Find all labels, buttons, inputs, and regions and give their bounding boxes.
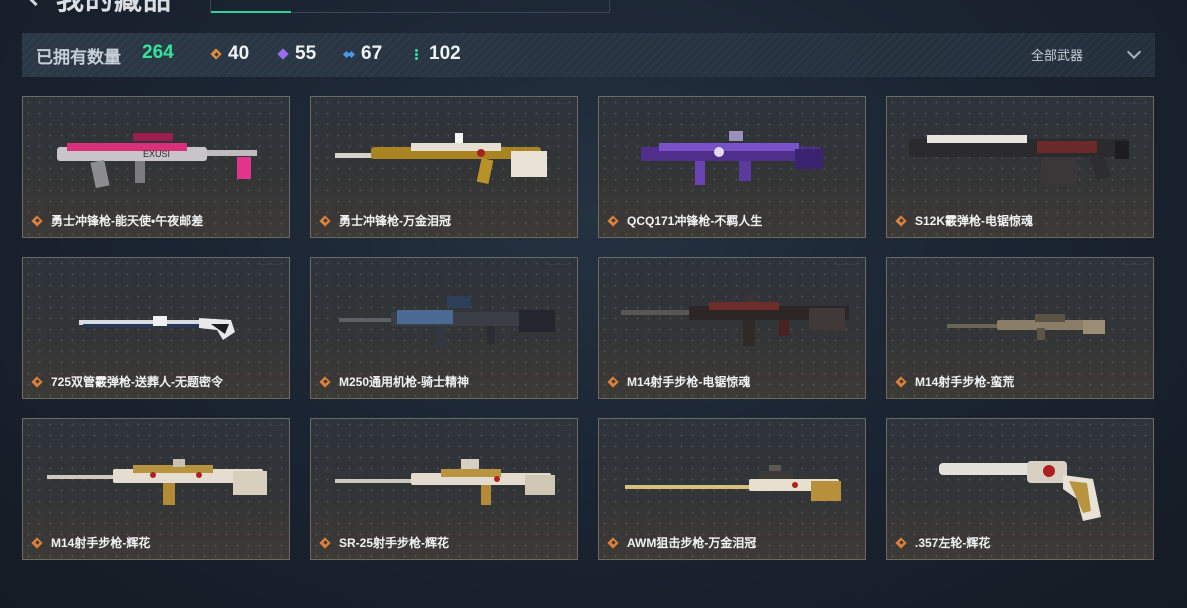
weapon-filter-dropdown[interactable]: 全部武器 [1030, 44, 1142, 64]
svg-text:EXUSI: EXUSI [143, 149, 170, 159]
collection-item-card[interactable]: 勇士冲锋枪-万金泪冠 [310, 96, 578, 238]
weapon-name: 725双管霰弹枪-送葬人-无题密令 [51, 375, 224, 389]
tier-stat-purple: 55 [277, 42, 316, 66]
weapon-name: M14射手步枪-电锯惊魂 [627, 375, 751, 389]
weapon-name: M250通用机枪-骑士精神 [339, 375, 470, 389]
collection-item-card[interactable]: EXUSI 勇士冲锋枪-能天使•午夜邮差 [22, 96, 290, 238]
weapon-name: M14射手步枪-蛮荒 [915, 375, 1015, 389]
weapon-image [79, 316, 235, 340]
chevron-down-icon [1126, 44, 1142, 60]
tier-count: 40 [228, 43, 250, 64]
rarity-diamond-icon [319, 215, 331, 227]
purple-diamond-icon [277, 48, 289, 60]
weapon-image [947, 314, 1105, 340]
weapon-image [335, 459, 555, 505]
rarity-diamond-icon [319, 537, 331, 549]
collection-item-card[interactable]: QCQ171冲锋枪-不羁人生 [598, 96, 866, 238]
tier-stat-orange: 40 [210, 42, 249, 66]
weapon-name: SR-25射手步枪-辉花 [339, 536, 450, 550]
rarity-diamond-icon [31, 376, 43, 388]
weapon-image [335, 133, 547, 184]
collection-item-card[interactable]: .357左轮-辉花 [886, 418, 1154, 560]
weapon-name: .357左轮-辉花 [915, 536, 991, 550]
rarity-diamond-icon [31, 215, 43, 227]
collection-item-card[interactable]: M14射手步枪-电锯惊魂 [598, 257, 866, 399]
rarity-diamond-icon [607, 376, 619, 388]
collection-item-card[interactable]: AWM狙击步枪-万金泪冠 [598, 418, 866, 560]
rarity-diamond-icon [895, 376, 907, 388]
active-tab-indicator[interactable] [211, 11, 291, 13]
owned-count-total: 264 [142, 42, 174, 63]
weapon-image [625, 465, 841, 501]
owned-count-label: 已拥有数量 [36, 48, 121, 67]
weapon-image [641, 131, 823, 185]
weapon-image [939, 461, 1101, 521]
blue-diamond-icon [343, 48, 355, 60]
page-title: 我的藏品 [56, 0, 172, 16]
back-arrow-icon[interactable] [24, 0, 47, 7]
rarity-diamond-icon [319, 376, 331, 388]
green-dots-icon [411, 48, 423, 60]
tier-count: 102 [429, 43, 461, 64]
rarity-diamond-icon [607, 537, 619, 549]
weapon-name: 勇士冲锋枪-万金泪冠 [339, 214, 451, 228]
weapon-image [621, 294, 849, 346]
orange-diamond-icon [210, 48, 222, 60]
collection-stats-bar: 已拥有数量 264 40 55 67 102 全部武器 [22, 33, 1155, 77]
tier-stat-blue: 67 [343, 42, 382, 66]
weapon-name: QCQ171冲锋枪-不羁人生 [627, 214, 763, 228]
tier-count: 55 [295, 43, 317, 64]
tier-count: 67 [361, 43, 383, 64]
weapon-image [909, 135, 1129, 185]
collection-item-card[interactable]: S12K霰弹枪-电锯惊魂 [886, 96, 1154, 238]
weapon-name: M14射手步枪-辉花 [51, 536, 151, 550]
weapon-name: AWM狙击步枪-万金泪冠 [627, 536, 757, 550]
weapon-name: S12K霰弹枪-电锯惊魂 [915, 214, 1034, 228]
tier-stat-green: 102 [411, 42, 461, 66]
rarity-diamond-icon [895, 215, 907, 227]
collection-item-card[interactable]: SR-25射手步枪-辉花 [310, 418, 578, 560]
collection-item-card[interactable]: 725双管霰弹枪-送葬人-无题密令 [22, 257, 290, 399]
weapon-image [47, 459, 267, 505]
collection-item-card[interactable]: M250通用机枪-骑士精神 [310, 257, 578, 399]
collection-grid: EXUSI 勇士冲锋枪-能天使•午夜邮差 勇士冲锋枪-万金泪冠 QCQ171冲锋… [22, 96, 1156, 560]
weapon-filter-label: 全部武器 [1030, 48, 1083, 63]
collection-item-card[interactable]: M14射手步枪-蛮荒 [886, 257, 1154, 399]
collection-item-card[interactable]: M14射手步枪-辉花 [22, 418, 290, 560]
tab-bar [210, 0, 610, 13]
top-header: 我的藏品 [0, 0, 1187, 20]
rarity-diamond-icon [895, 537, 907, 549]
weapon-image [339, 296, 555, 348]
rarity-diamond-icon [31, 537, 43, 549]
rarity-diamond-icon [607, 215, 619, 227]
weapon-name: 勇士冲锋枪-能天使•午夜邮差 [51, 214, 204, 228]
weapon-image: EXUSI [57, 133, 257, 189]
